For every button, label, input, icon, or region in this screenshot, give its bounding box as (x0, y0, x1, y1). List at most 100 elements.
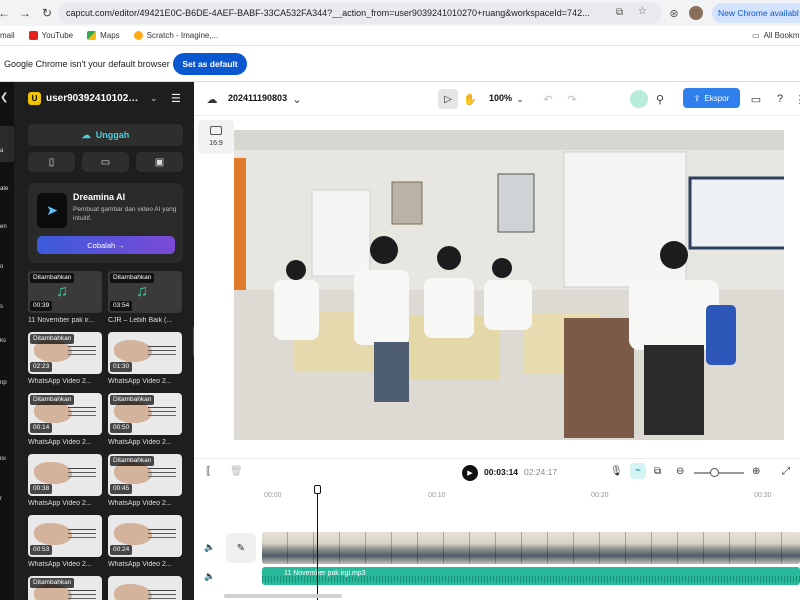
install-app-icon[interactable]: ⧉ (616, 7, 623, 18)
aspect-ratio-button[interactable]: 16:9 (198, 120, 234, 154)
bookmark-star-icon[interactable]: ☆ (638, 6, 647, 17)
extensions-icon[interactable]: ⊛ (666, 4, 682, 22)
added-badge: Ditambahkan (110, 395, 155, 405)
zoom-in-icon[interactable]: ⊕ (752, 466, 760, 477)
aspect-ratio-label: 16:9 (209, 140, 223, 147)
video-thumbnail-frame (782, 532, 800, 564)
classroom-video-frame (234, 130, 784, 440)
microphone-icon[interactable]: 🎙 (610, 466, 623, 477)
delete-icon[interactable]: 🗑 (230, 466, 243, 477)
reload-icon[interactable]: ↻ (40, 6, 54, 20)
chevron-down-icon[interactable]: ⌄ (289, 91, 305, 107)
bookmark-scratch[interactable]: Scratch - Imagine,... (133, 31, 218, 40)
workspace-name[interactable]: user90392410102… (46, 93, 138, 104)
video-track-volume-icon[interactable]: 🔈 (204, 542, 215, 553)
media-tile[interactable]: Ditambahkan ♫ 00:39 (28, 271, 102, 313)
rail-item-audio[interactable]: o (0, 264, 14, 270)
cloud-sync-icon[interactable]: ☁ (204, 91, 220, 107)
video-clip[interactable] (262, 532, 800, 564)
collapse-icon[interactable]: ❮ (0, 92, 14, 103)
play-button[interactable]: ▶ (462, 465, 478, 481)
address-bar[interactable]: ⓘ capcut.com/editor/49421E0C-B6DE-4AEF-B… (58, 2, 662, 24)
media-tile[interactable]: Ditambahkan 02:23 (28, 332, 102, 374)
set-default-button[interactable]: Set as default (173, 53, 247, 75)
magnet-icon[interactable]: ⌁ (630, 463, 646, 479)
audio-track-volume-icon[interactable]: 🔈 (204, 571, 215, 582)
menu-icon[interactable]: ☰ (171, 92, 181, 105)
rail-item-media[interactable]: a (0, 148, 14, 154)
default-browser-infobar: Google Chrome isn't your default browser… (0, 46, 800, 82)
audio-clip[interactable]: 11 November pak irgi.mp3 (262, 567, 800, 585)
hand-tool-icon[interactable]: ✋ (462, 91, 478, 107)
zoom-level[interactable]: 100% (489, 93, 512, 103)
dreamina-title: Dreamina AI (73, 192, 126, 202)
chrome-update-pill[interactable]: New Chrome availabl (712, 3, 800, 23)
add-user-icon[interactable]: ⚲ (652, 91, 668, 107)
edit-cover-button[interactable]: ✎ (226, 533, 256, 563)
link-icon[interactable]: ⧉ (654, 466, 661, 477)
media-tile[interactable]: Ditambahkan 00:45 (108, 454, 182, 496)
bookmark-youtube[interactable]: YouTube (28, 31, 73, 40)
media-tile-caption: WhatsApp Video 2... (108, 500, 172, 507)
monitor-icon[interactable]: ▭ (748, 91, 764, 107)
redo-icon[interactable]: ↷ (564, 91, 580, 107)
zoom-slider-knob[interactable] (710, 468, 719, 477)
select-tool-button[interactable]: ▷ (438, 89, 458, 109)
collaborator-avatar[interactable] (630, 90, 648, 108)
video-thumbnail-frame (392, 532, 418, 564)
back-arrow-icon[interactable]: ← (0, 6, 10, 20)
ruler-tick-label: 00:30 (754, 492, 772, 499)
media-tile[interactable]: 00:53 (28, 515, 102, 557)
fit-timeline-icon[interactable]: ⤢ (782, 466, 790, 477)
rail-item-filters[interactable]: isi (0, 456, 14, 462)
undo-icon[interactable]: ↶ (540, 91, 556, 107)
clip-duration: 00:38 (30, 484, 53, 494)
rail-item-effects[interactable]: s (0, 304, 14, 310)
chevron-down-icon[interactable]: ⌄ (150, 93, 158, 104)
bookmark-all[interactable]: ▭ All Bookm (752, 31, 800, 40)
media-tile[interactable]: Ditambahkan 00:50 (108, 393, 182, 435)
project-name[interactable]: 202411190803 (228, 93, 287, 103)
timeline-zoom-slider[interactable] (694, 472, 744, 474)
timeline-scrollbar[interactable] (224, 594, 342, 598)
media-tile[interactable]: Ditambahkan ♫ 03:54 (108, 271, 182, 313)
added-badge: Ditambahkan (30, 578, 75, 588)
media-tile[interactable]: 00:24 (108, 515, 182, 557)
upload-button[interactable]: ☁ Unggah (28, 124, 183, 146)
export-button[interactable]: ⇪ Ekspor (683, 88, 740, 108)
workspace-avatar[interactable]: U (28, 92, 41, 105)
media-tile[interactable]: Ditambahkan 00:14 (28, 393, 102, 435)
playhead[interactable] (317, 487, 318, 600)
rail-item-transitions[interactable]: ks (0, 338, 14, 344)
screen-record-button[interactable]: ▣ (136, 152, 183, 172)
profile-avatar[interactable] (688, 4, 704, 22)
editor-toolbar: ☁ 202411190803 ⌄ ▷ ✋ 100% ⌄ ↶ ↷ ⚲ ⇪ Eksp… (194, 82, 800, 116)
try-dreamina-button[interactable]: Cobalah → (37, 236, 175, 254)
rail-item-template[interactable]: ate (0, 186, 14, 192)
bookmark-mail[interactable]: mail (0, 31, 15, 40)
video-thumbnail-frame (704, 532, 730, 564)
phone-source-button[interactable]: ▯ (28, 152, 75, 172)
bookmark-maps[interactable]: Maps (87, 31, 120, 40)
record-video-button[interactable]: ▭ (82, 152, 129, 172)
playhead-handle[interactable] (314, 485, 321, 494)
rail-item-elements[interactable]: en (0, 224, 14, 230)
media-tile[interactable] (108, 576, 182, 600)
forward-arrow-icon[interactable]: → (18, 6, 32, 20)
rail-item-captions[interactable]: rip (0, 380, 14, 386)
screen-icon: ▣ (154, 156, 165, 168)
split-icon[interactable]: ⟦ (206, 466, 211, 477)
zoom-out-icon[interactable]: ⊖ (676, 466, 684, 477)
folder-icon: ▭ (752, 31, 760, 40)
rail-item-more[interactable]: r (0, 496, 14, 502)
chevron-down-icon[interactable]: ⌄ (512, 91, 528, 107)
video-thumbnail-frame (756, 532, 782, 564)
more-icon[interactable]: ⋮ (792, 91, 800, 107)
media-tile[interactable]: 00:38 (28, 454, 102, 496)
help-icon[interactable]: ? (772, 91, 788, 107)
media-tile[interactable]: 01:30 (108, 332, 182, 374)
media-tile[interactable]: Ditambahkan (28, 576, 102, 600)
music-note-icon: ♫ (136, 283, 148, 300)
media-tile-caption: 11 November pak ir... (28, 317, 95, 324)
preview-canvas[interactable] (234, 130, 784, 440)
